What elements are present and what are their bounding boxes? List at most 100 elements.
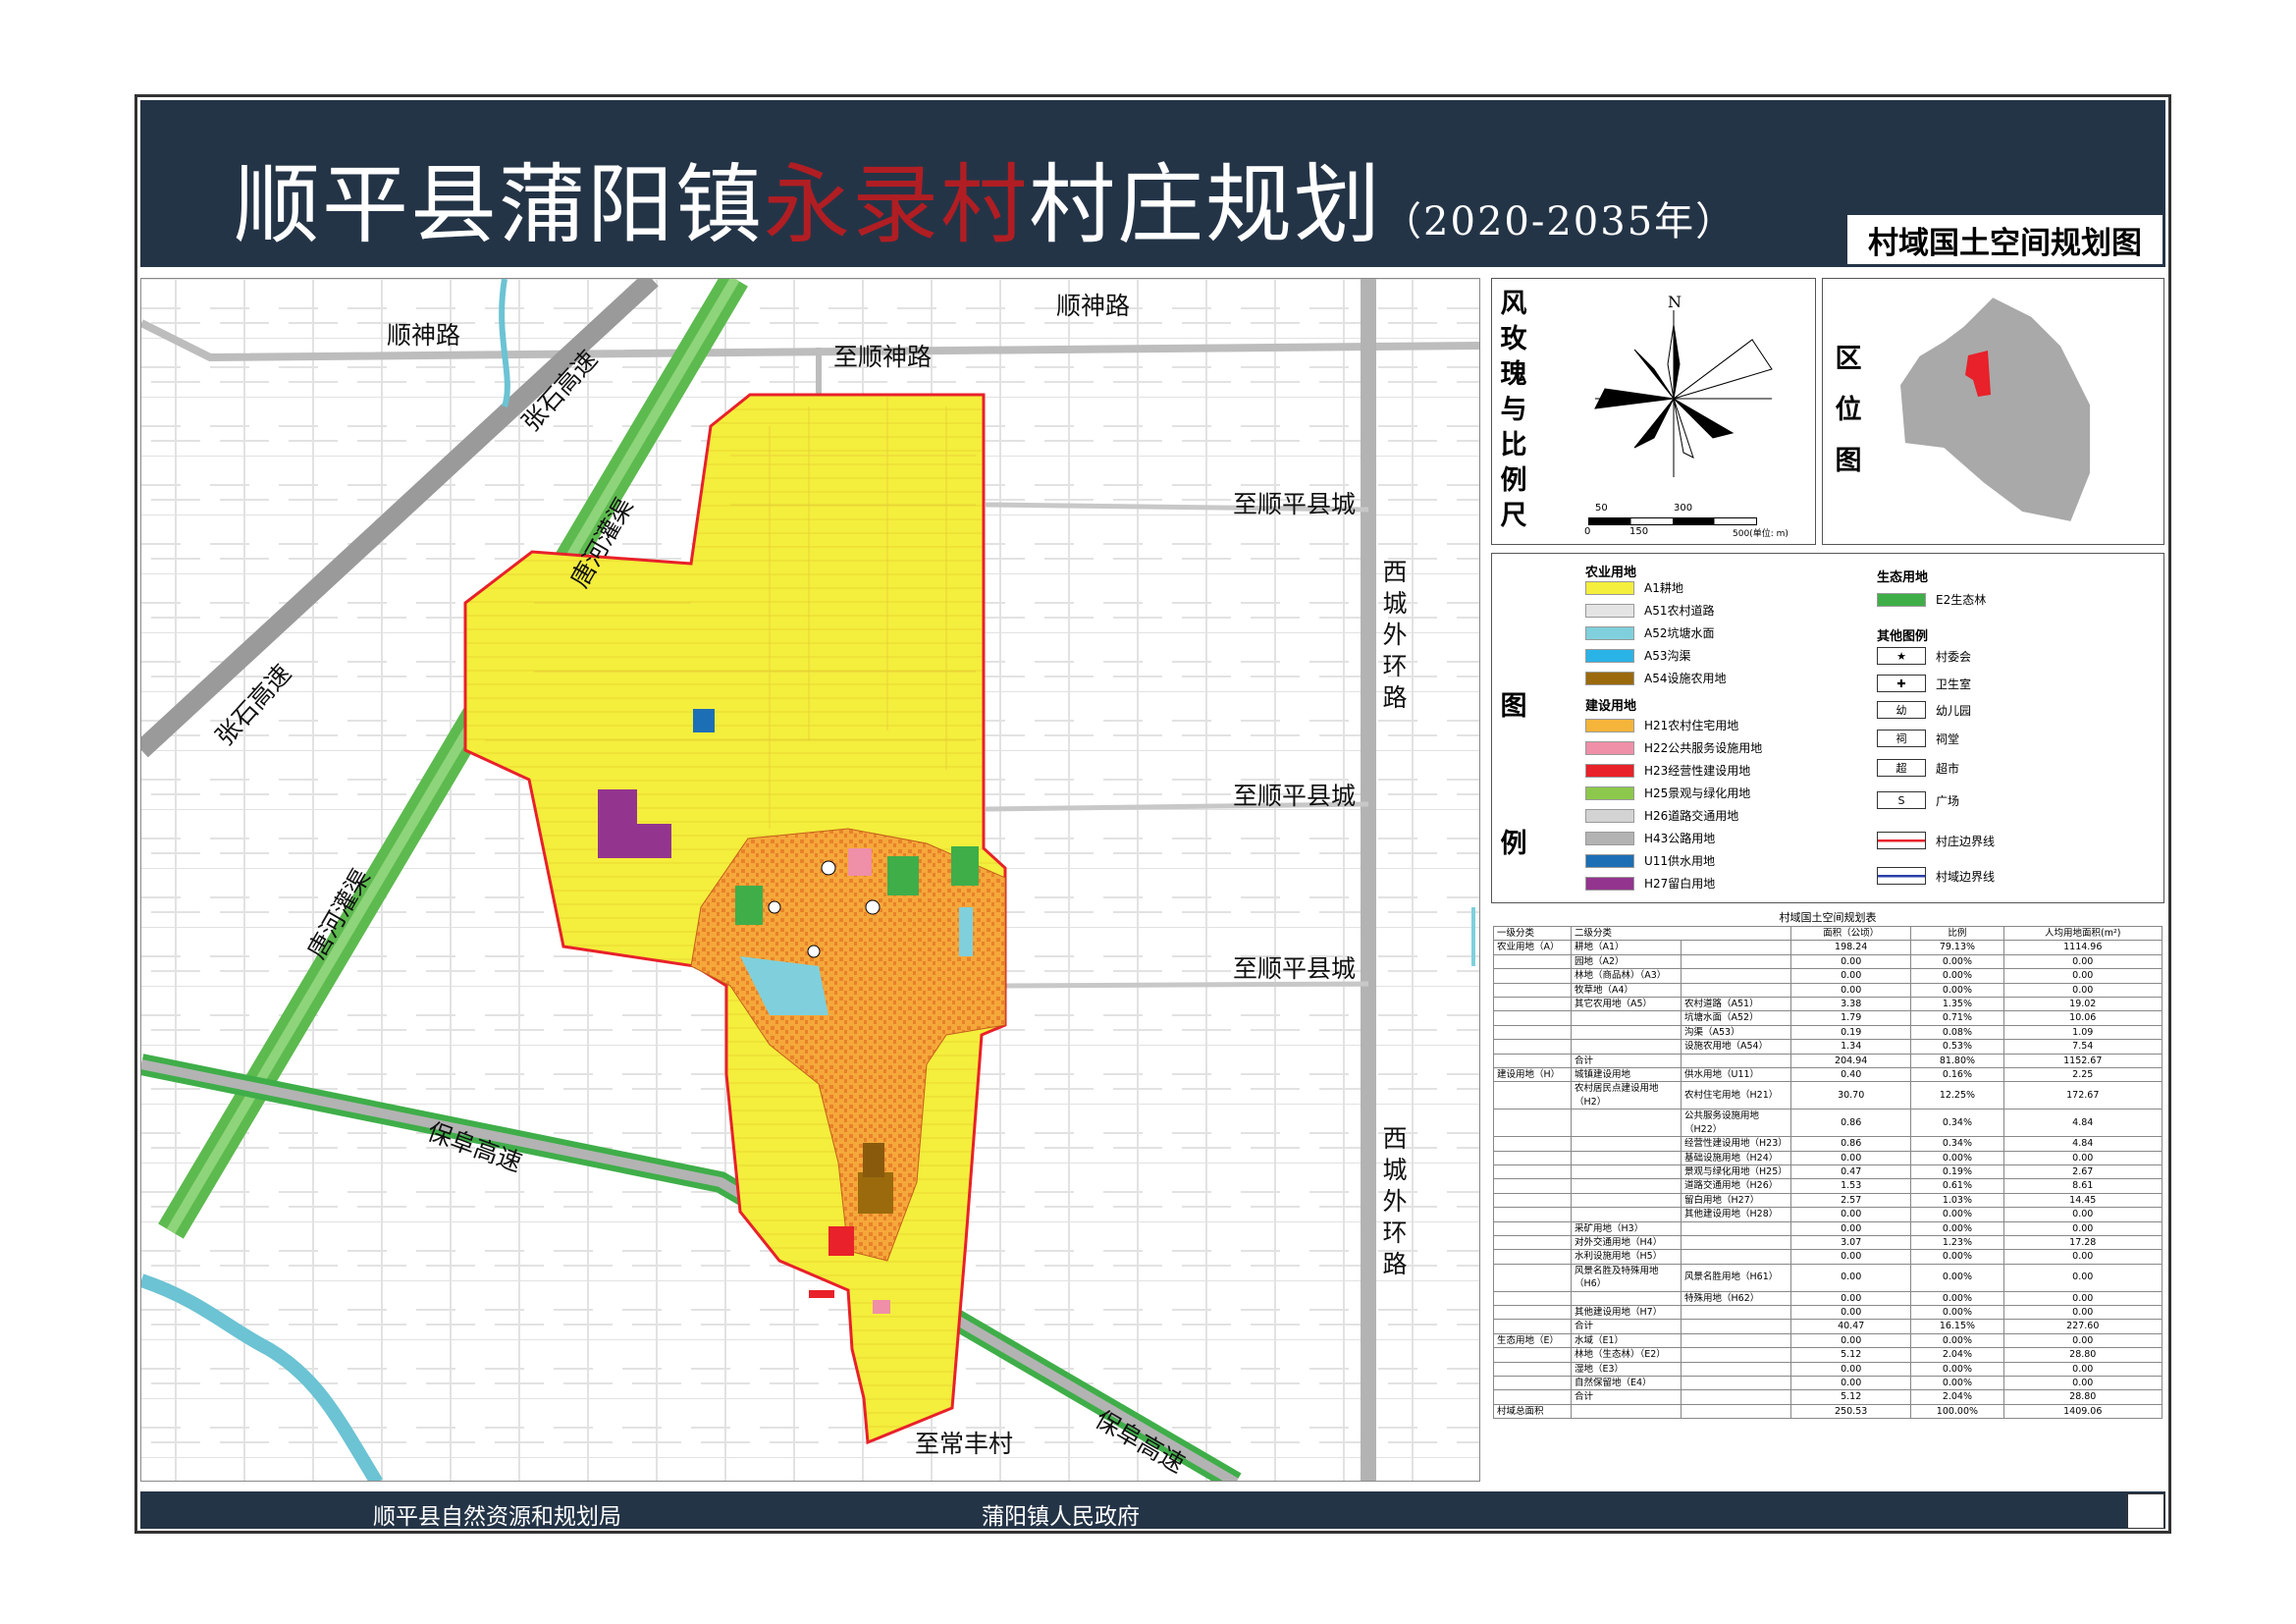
wind-rose [1594, 310, 1773, 477]
table-cell: 其它农用地（A5） [1571, 997, 1682, 1012]
table-cell [1681, 968, 1791, 984]
table-cell [1681, 1375, 1791, 1391]
table-cell: 79.13% [1910, 940, 2004, 955]
legend-line-item: 村域边界线 [1877, 867, 1995, 885]
legend-label: 村庄边界线 [1936, 834, 1996, 848]
table-cell [1681, 1389, 1791, 1405]
legend-swatch [1585, 671, 1634, 685]
legend-label: U11供水用地 [1644, 854, 1716, 868]
table-cell: 0.19% [1910, 1164, 2004, 1180]
north-label: N [1668, 293, 1682, 311]
label-xicheng-upper: 西城外环路 [1382, 558, 1408, 712]
table-cell [1571, 1178, 1682, 1194]
table-cell: 0.08% [1910, 1024, 2004, 1041]
table-row: 合计 40.47 16.15% 227.60 [1493, 1319, 2163, 1334]
table-cell: 2.04% [1910, 1347, 2004, 1363]
scale-bot-1: 0 [1584, 526, 1591, 537]
table-cell: 园地（A2） [1571, 953, 1682, 970]
table-cell: 其他建设用地（H28） [1681, 1207, 1791, 1222]
table-cell [1681, 1332, 1791, 1349]
table-cell: 1114.96 [2002, 940, 2163, 955]
table-cell: 0.00 [2002, 1207, 2163, 1222]
table-cell [1571, 1164, 1682, 1180]
reserved-plot [598, 789, 637, 858]
table-cell: 合计 [1571, 1319, 1682, 1334]
table-cell [1493, 1319, 1572, 1334]
table-cell: 0.47 [1789, 1164, 1912, 1180]
legend-label: A53沟渠 [1644, 649, 1691, 663]
table-cell [1571, 1109, 1682, 1138]
legend-item-9: H25景观与绿化用地 [1585, 785, 1750, 801]
table-cell: 0.00% [1910, 953, 2004, 970]
table-cell: 设施农用地（A54） [1681, 1039, 1791, 1055]
table-cell [1493, 1164, 1572, 1180]
table-cell [1493, 1389, 1572, 1405]
legend-item-6: H21农村住宅用地 [1585, 717, 1738, 733]
table-cell [1493, 982, 1572, 999]
table-cell: 对外交通用地（H4） [1571, 1234, 1682, 1251]
table-cell: 8.61 [2002, 1178, 2163, 1194]
table-cell: 风景名胜及特殊用地（H6） [1571, 1263, 1682, 1292]
table-cell: 198.24 [1789, 940, 1912, 955]
legend-item-3: A52坑塘水面 [1585, 624, 1714, 641]
legend-label: 幼儿园 [1936, 703, 1972, 718]
commercial-plot [828, 1226, 854, 1256]
legend-label: A51农村道路 [1644, 604, 1715, 618]
table-cell: 0.00 [2002, 1220, 2163, 1236]
table-cell [1493, 1234, 1572, 1251]
location-map [1897, 295, 2092, 524]
table-cell: 0.00 [1789, 1375, 1912, 1391]
legend-symbol-item: ★ 村委会 [1877, 647, 1971, 665]
table-row: 自然保留地（E4） 0.00 0.00% 0.00 [1493, 1375, 2163, 1391]
table-cell: 1.09 [2002, 1024, 2163, 1041]
table-cell [1681, 1319, 1791, 1334]
table-cell [1571, 1207, 1682, 1222]
table-cell: 0.00 [1789, 1220, 1912, 1236]
wind-rose-title: 风玫瑰与比例尺 [1500, 289, 1527, 531]
public-service-plot [848, 848, 872, 876]
table-cell: 5.12 [1789, 1347, 1912, 1363]
table-cell: 0.19 [1789, 1024, 1912, 1041]
table-cell: 1152.67 [2002, 1053, 2163, 1069]
table-cell [1681, 1220, 1791, 1236]
table-cell: 道路交通用地（H26） [1681, 1178, 1791, 1194]
table-row: 林地（生态林）（E2） 5.12 2.04% 28.80 [1493, 1347, 2163, 1363]
symbol-icon: 幼 [1877, 701, 1926, 719]
label-to-county-3: 至顺平县城 [1233, 954, 1357, 983]
legend-item-4: A53沟渠 [1585, 647, 1690, 664]
label-shunshen-left: 顺神路 [387, 321, 461, 350]
table-cell: 供水用地（U11） [1681, 1067, 1791, 1083]
table-cell: 0.00 [2002, 982, 2163, 999]
table-cell: 7.54 [2002, 1039, 2163, 1055]
table-cell [1681, 1053, 1791, 1069]
table-cell [1571, 1403, 1682, 1420]
legend-label: 祠堂 [1936, 731, 1960, 746]
table-cell: 0.00% [1910, 1220, 2004, 1236]
legend-item-5: A54设施农用地 [1585, 670, 1726, 686]
table-cell: 0.00 [1789, 1249, 1912, 1265]
table-cell: 28.80 [2002, 1347, 2163, 1363]
facility-farmland [858, 1172, 893, 1214]
table-cell: 10.06 [2002, 1010, 2163, 1026]
legend-label: 村域边界线 [1936, 869, 1996, 884]
table-cell: 5.12 [1789, 1389, 1912, 1405]
legend-eco-item: E2生态林 [1877, 591, 1986, 608]
table-row: 公共服务设施用地（H22） 0.86 0.34% 4.84 [1493, 1109, 2163, 1138]
legend-line-item: 村庄边界线 [1877, 832, 1995, 849]
table-cell: 0.00 [2002, 1361, 2163, 1378]
table-header-cell: 一级分类 [1493, 925, 1572, 942]
table-cell: 城镇建设用地 [1571, 1067, 1682, 1083]
map-subtitle: 村域国土空间规划图 [1845, 213, 2164, 266]
symbol-icon: S [1877, 791, 1926, 809]
green-plot-1 [735, 886, 763, 925]
table-row: 农业用地（A） 耕地（A1） 198.24 79.13% 1114.96 [1493, 940, 2163, 955]
table-cell: 40.47 [1789, 1319, 1912, 1334]
table-cell: 0.00 [1789, 1150, 1912, 1165]
table-cell: 0.00 [2002, 1150, 2163, 1165]
table-row: 对外交通用地（H4） 3.07 1.23% 17.28 [1493, 1234, 2163, 1251]
table-cell [1493, 1290, 1572, 1306]
table-cell: 0.00 [2002, 1304, 2163, 1321]
table-row: 建设用地（H） 城镇建设用地 供水用地（U11） 0.40 0.16% 2.25 [1493, 1067, 2163, 1083]
table-cell: 250.53 [1789, 1403, 1912, 1420]
table-cell: 0.00% [1910, 1263, 2004, 1292]
